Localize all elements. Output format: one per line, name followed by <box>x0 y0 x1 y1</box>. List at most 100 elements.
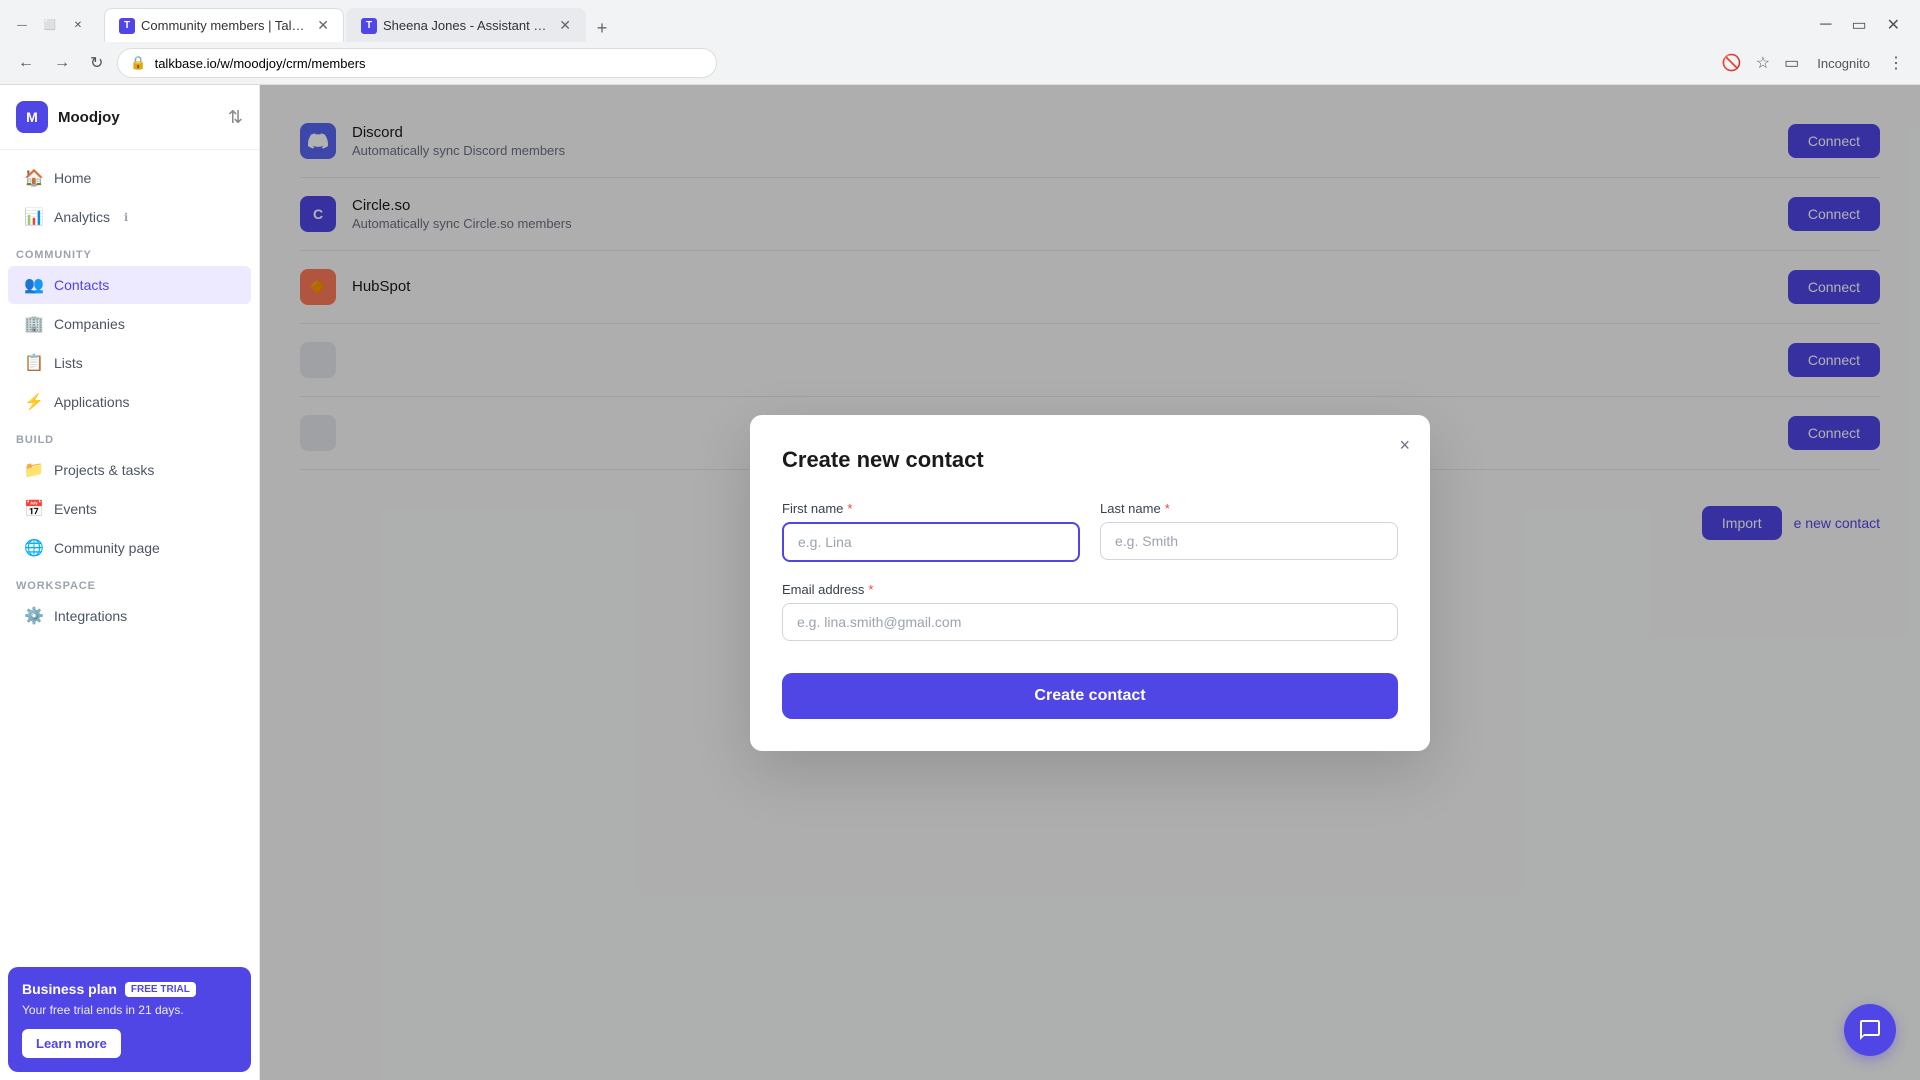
url-input[interactable] <box>155 56 705 71</box>
refresh-button[interactable]: ↻ <box>84 49 109 77</box>
modal-close-button[interactable]: × <box>1399 435 1410 456</box>
sidebar-nav: 🏠 Home 📊 Analytics ℹ COMMUNITY 👥 Contact… <box>0 150 259 644</box>
first-name-group: First name * <box>782 501 1080 562</box>
section-label-community: COMMUNITY <box>0 237 259 265</box>
section-label-workspace: WORKSPACE <box>0 568 259 596</box>
sidebar-toggle[interactable]: ⇅ <box>228 107 243 128</box>
modal-overlay[interactable]: Create new contact × First name * Last n… <box>260 85 1920 1080</box>
home-icon: 🏠 <box>24 168 44 188</box>
incognito-label: Incognito <box>1809 56 1878 71</box>
section-label-build: BUILD <box>0 422 259 450</box>
lock-icon: 🔒 <box>130 55 146 71</box>
integrations-icon: ⚙️ <box>24 606 44 626</box>
tab-active[interactable]: T Community members | Talkba... ✕ <box>104 8 344 42</box>
analytics-info-icon: ℹ <box>124 211 128 224</box>
first-name-label: First name * <box>782 501 1080 516</box>
browser-toolbar: ← → ↻ 🔒 🚫 ☆ ▭ Incognito ⋮ <box>0 42 1920 84</box>
community-page-icon: 🌐 <box>24 538 44 558</box>
sidebar-label-companies: Companies <box>54 316 125 332</box>
window-controls: — ⬜ ✕ <box>12 15 88 35</box>
modal-title: Create new contact <box>782 447 1398 473</box>
sidebar-label-integrations: Integrations <box>54 608 127 624</box>
business-plan-banner: Business plan FREE TRIAL Your free trial… <box>8 967 251 1072</box>
last-name-label: Last name * <box>1100 501 1398 516</box>
sidebar-item-companies[interactable]: 🏢 Companies <box>8 305 251 343</box>
first-name-input[interactable] <box>782 522 1080 562</box>
new-tab-button[interactable]: + <box>588 14 616 42</box>
tab-title-2: Sheena Jones - Assistant at Mo... <box>383 18 549 33</box>
browser-chrome: — ⬜ ✕ T Community members | Talkba... ✕ … <box>0 0 1920 85</box>
window-minimize-btn[interactable]: ─ <box>1812 12 1839 38</box>
sidebar: M Moodjoy ⇅ 🏠 Home 📊 Analytics ℹ COMMUNI… <box>0 85 260 1080</box>
learn-more-button[interactable]: Learn more <box>22 1029 121 1058</box>
toolbar-actions: 🚫 ☆ ▭ Incognito ⋮ <box>1718 49 1908 77</box>
workspace-name: Moodjoy <box>58 109 120 126</box>
first-name-required: * <box>847 501 852 516</box>
window-buttons-right: ─ ▭ ✕ <box>1812 11 1908 39</box>
sidebar-item-projects[interactable]: 📁 Projects & tasks <box>8 451 251 489</box>
banner-title: Business plan <box>22 981 117 997</box>
lists-icon: 📋 <box>24 353 44 373</box>
sidebar-label-contacts: Contacts <box>54 277 109 293</box>
minimize-button[interactable]: — <box>12 15 32 35</box>
star-icon[interactable]: ☆ <box>1752 49 1774 77</box>
last-name-required: * <box>1165 501 1170 516</box>
banner-title-row: Business plan FREE TRIAL <box>22 981 237 997</box>
free-trial-badge: FREE TRIAL <box>125 982 196 997</box>
sidebar-item-contacts[interactable]: 👥 Contacts <box>8 266 251 304</box>
contacts-icon: 👥 <box>24 275 44 295</box>
workspace-icon: M <box>16 101 48 133</box>
tab-favicon-1: T <box>119 18 135 34</box>
sidebar-label-community-page: Community page <box>54 540 160 556</box>
tab-title-1: Community members | Talkba... <box>141 18 307 33</box>
projects-icon: 📁 <box>24 460 44 480</box>
tabs-row: T Community members | Talkba... ✕ T Shee… <box>104 8 1804 42</box>
email-group: Email address * <box>782 582 1398 641</box>
last-name-group: Last name * <box>1100 501 1398 562</box>
events-icon: 📅 <box>24 499 44 519</box>
sidebar-label-projects: Projects & tasks <box>54 462 154 478</box>
window-close-button[interactable]: ✕ <box>68 15 88 35</box>
sidebar-item-integrations[interactable]: ⚙️ Integrations <box>8 597 251 635</box>
sidebar-label-events: Events <box>54 501 97 517</box>
forward-button[interactable]: → <box>48 50 76 76</box>
menu-icon[interactable]: ⋮ <box>1884 49 1908 77</box>
sidebar-label-lists: Lists <box>54 355 83 371</box>
companies-icon: 🏢 <box>24 314 44 334</box>
browser-titlebar: — ⬜ ✕ T Community members | Talkba... ✕ … <box>0 0 1920 42</box>
sidebar-label-analytics: Analytics <box>54 209 110 225</box>
banner-description: Your free trial ends in 21 days. <box>22 1003 237 1017</box>
sidebar-label-applications: Applications <box>54 394 130 410</box>
sidebar-icon[interactable]: ▭ <box>1780 49 1803 77</box>
chat-button[interactable] <box>1844 1004 1896 1056</box>
back-button[interactable]: ← <box>12 50 40 76</box>
analytics-icon: 📊 <box>24 207 44 227</box>
create-contact-modal: Create new contact × First name * Last n… <box>750 415 1430 751</box>
applications-icon: ⚡ <box>24 392 44 412</box>
email-label: Email address * <box>782 582 1398 597</box>
sidebar-item-community-page[interactable]: 🌐 Community page <box>8 529 251 567</box>
sidebar-item-home[interactable]: 🏠 Home <box>8 159 251 197</box>
email-input[interactable] <box>782 603 1398 641</box>
eye-off-icon[interactable]: 🚫 <box>1718 49 1746 77</box>
window-restore-btn[interactable]: ▭ <box>1843 11 1874 39</box>
sidebar-item-lists[interactable]: 📋 Lists <box>8 344 251 382</box>
name-form-row: First name * Last name * <box>782 501 1398 562</box>
address-bar[interactable]: 🔒 <box>117 48 717 78</box>
main-content: Discord Automatically sync Discord membe… <box>260 85 1920 1080</box>
create-contact-button[interactable]: Create contact <box>782 673 1398 719</box>
tab-close-1[interactable]: ✕ <box>317 17 329 34</box>
email-required: * <box>868 582 873 597</box>
tab-inactive[interactable]: T Sheena Jones - Assistant at Mo... ✕ <box>346 8 586 42</box>
sidebar-item-events[interactable]: 📅 Events <box>8 490 251 528</box>
sidebar-label-home: Home <box>54 170 91 186</box>
app-layout: M Moodjoy ⇅ 🏠 Home 📊 Analytics ℹ COMMUNI… <box>0 85 1920 1080</box>
tab-close-2[interactable]: ✕ <box>559 17 571 34</box>
sidebar-item-analytics[interactable]: 📊 Analytics ℹ <box>8 198 251 236</box>
window-x-btn[interactable]: ✕ <box>1879 11 1908 39</box>
sidebar-header: M Moodjoy ⇅ <box>0 85 259 150</box>
last-name-input[interactable] <box>1100 522 1398 560</box>
tab-favicon-2: T <box>361 18 377 34</box>
sidebar-item-applications[interactable]: ⚡ Applications <box>8 383 251 421</box>
maximize-button[interactable]: ⬜ <box>40 15 60 35</box>
